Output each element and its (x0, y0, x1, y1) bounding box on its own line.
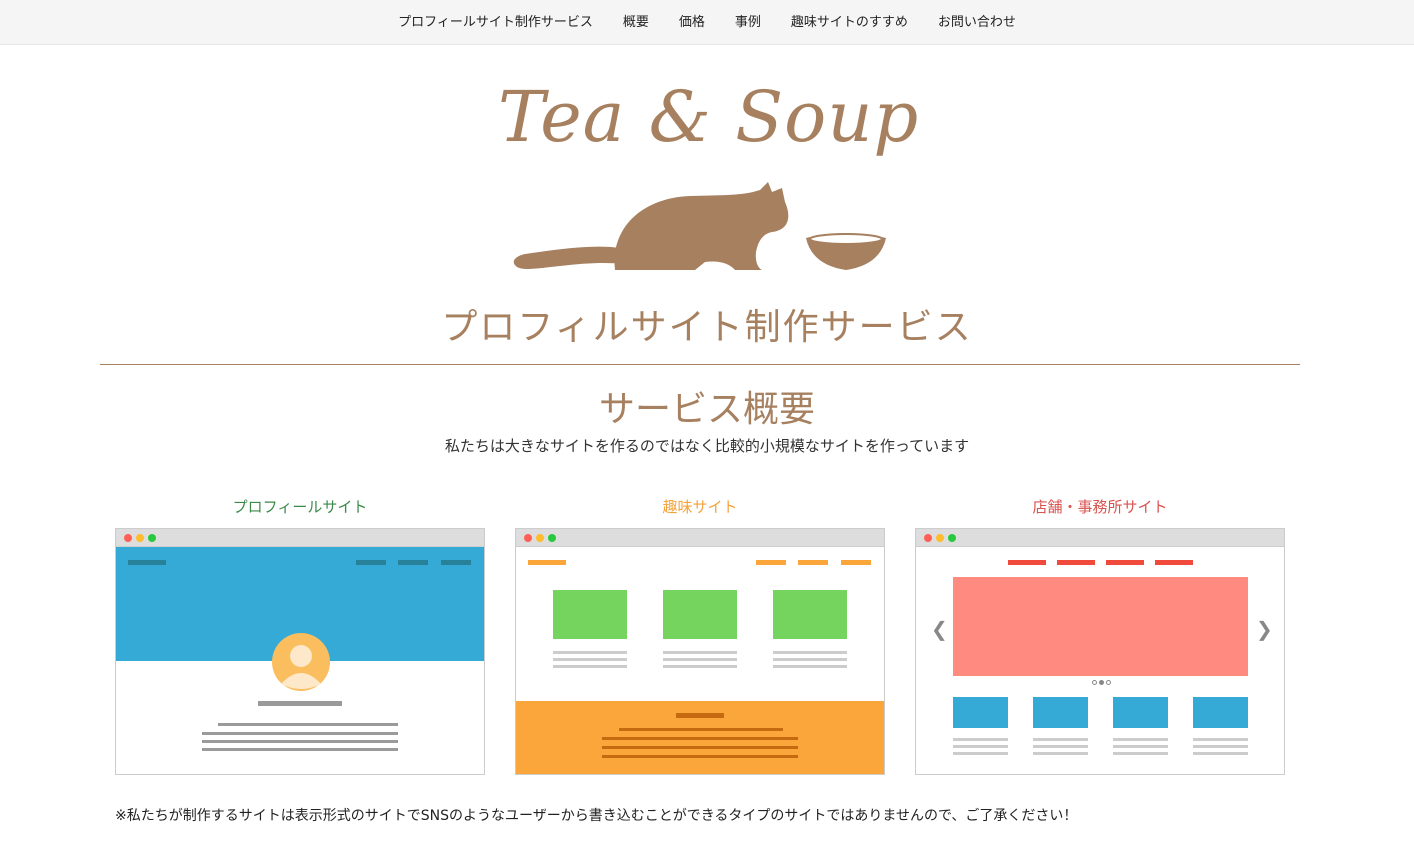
mock-text-line (663, 665, 737, 668)
footnote: ※私たちが制作するサイトは表示形式のサイトでSNSのようなユーザーから書き込むこ… (115, 808, 1078, 824)
mock-nav-bar (356, 560, 386, 565)
window-titlebar (916, 529, 1284, 547)
mock-text-line (1033, 752, 1088, 755)
mock-text-line (619, 728, 783, 731)
mock-logo-bar (528, 560, 566, 565)
mock-text-line (773, 658, 847, 661)
divider (100, 364, 1300, 365)
mock-text-line (553, 665, 627, 668)
nav-link-hobby-site[interactable]: 趣味サイトのすすめ (791, 0, 908, 45)
mock-nav-bar (756, 560, 786, 565)
page-subtitle: プロフィルサイト制作サービス (441, 307, 973, 348)
mock-text-line (1033, 745, 1088, 748)
close-dot-icon (524, 534, 532, 542)
carousel-slide (953, 577, 1248, 676)
mock-nav-bar (798, 560, 828, 565)
mock-text-line (602, 755, 798, 758)
mock-text-line (218, 723, 398, 726)
mock-image-block (1193, 697, 1248, 728)
close-dot-icon (124, 534, 132, 542)
mock-text-line (1193, 745, 1248, 748)
mock-text-line (663, 651, 737, 654)
carousel-next-icon[interactable]: ❯ (1256, 619, 1273, 639)
minimize-dot-icon (936, 534, 944, 542)
mock-text-line (602, 737, 798, 740)
card-shop-site[interactable]: ❮ ❯ (915, 528, 1285, 775)
cat-with-soup-bowl-icon (513, 182, 886, 270)
mock-logo-bar (128, 560, 166, 565)
mock-text-line (202, 748, 398, 751)
maximize-dot-icon (148, 534, 156, 542)
minimize-dot-icon (136, 534, 144, 542)
mock-image-block (1113, 697, 1168, 728)
mock-text-line (953, 738, 1008, 741)
mock-text-line (1113, 745, 1168, 748)
mock-text-line (553, 658, 627, 661)
nav-link-overview[interactable]: 概要 (623, 0, 649, 45)
mock-text-line (1113, 738, 1168, 741)
close-dot-icon (924, 534, 932, 542)
mock-text-line (1193, 738, 1248, 741)
mock-nav-bar (1106, 560, 1144, 565)
mock-nav-bar (841, 560, 871, 565)
mock-nav-bar (398, 560, 428, 565)
mock-text-line (1113, 752, 1168, 755)
mock-text-line (953, 745, 1008, 748)
section-title: サービス概要 (598, 389, 815, 430)
mock-text-line (1193, 752, 1248, 755)
card-hobby-site[interactable] (515, 528, 885, 775)
mock-image-block (663, 590, 737, 639)
card-label-hobby: 趣味サイト (662, 498, 738, 516)
carousel-dot-icon[interactable] (1106, 680, 1111, 685)
mock-nav-bar (441, 560, 471, 565)
mock-text-line (602, 746, 798, 749)
site-logo: Tea & Soup (480, 70, 920, 280)
mock-image-block (953, 697, 1008, 728)
mock-text-line (953, 752, 1008, 755)
mock-image-block (553, 590, 627, 639)
card-profile-site[interactable] (115, 528, 485, 775)
avatar-icon (272, 633, 330, 691)
nav-link-price[interactable]: 価格 (679, 0, 705, 45)
mock-text-line (202, 732, 398, 735)
mock-text-line (773, 665, 847, 668)
window-titlebar (116, 529, 484, 547)
mock-nav-bar (1155, 560, 1193, 565)
card-label-profile: プロフィールサイト (232, 498, 368, 516)
top-nav: プロフィールサイト制作サービス 概要 価格 事例 趣味サイトのすすめ お問い合わ… (0, 0, 1414, 45)
nav-link-examples[interactable]: 事例 (735, 0, 761, 45)
mock-image-block (773, 590, 847, 639)
mock-text-line (663, 658, 737, 661)
logo-text: Tea & Soup (498, 76, 920, 158)
mock-text-line (202, 740, 398, 743)
maximize-dot-icon (548, 534, 556, 542)
carousel-prev-icon[interactable]: ❮ (931, 619, 948, 639)
card-label-shop: 店舗・事務所サイト (1032, 498, 1168, 516)
mock-nav-bar (1008, 560, 1046, 565)
section-description: 私たちは大きなサイトを作るのではなく比較的小規模なサイトを作っています (444, 437, 970, 455)
window-titlebar (516, 529, 884, 547)
mock-text-line (1033, 738, 1088, 741)
mock-text-line (773, 651, 847, 654)
maximize-dot-icon (948, 534, 956, 542)
carousel-dot-active-icon[interactable] (1099, 680, 1104, 685)
nav-link-contact[interactable]: お問い合わせ (938, 0, 1016, 45)
mock-heading-bar (676, 713, 724, 718)
carousel-dot-icon[interactable] (1092, 680, 1097, 685)
mock-image-block (1033, 697, 1088, 728)
mock-name-bar (258, 701, 342, 706)
mock-nav-bar (1057, 560, 1095, 565)
nav-link-profile-service[interactable]: プロフィールサイト制作サービス (398, 0, 593, 45)
minimize-dot-icon (536, 534, 544, 542)
mock-text-line (553, 651, 627, 654)
